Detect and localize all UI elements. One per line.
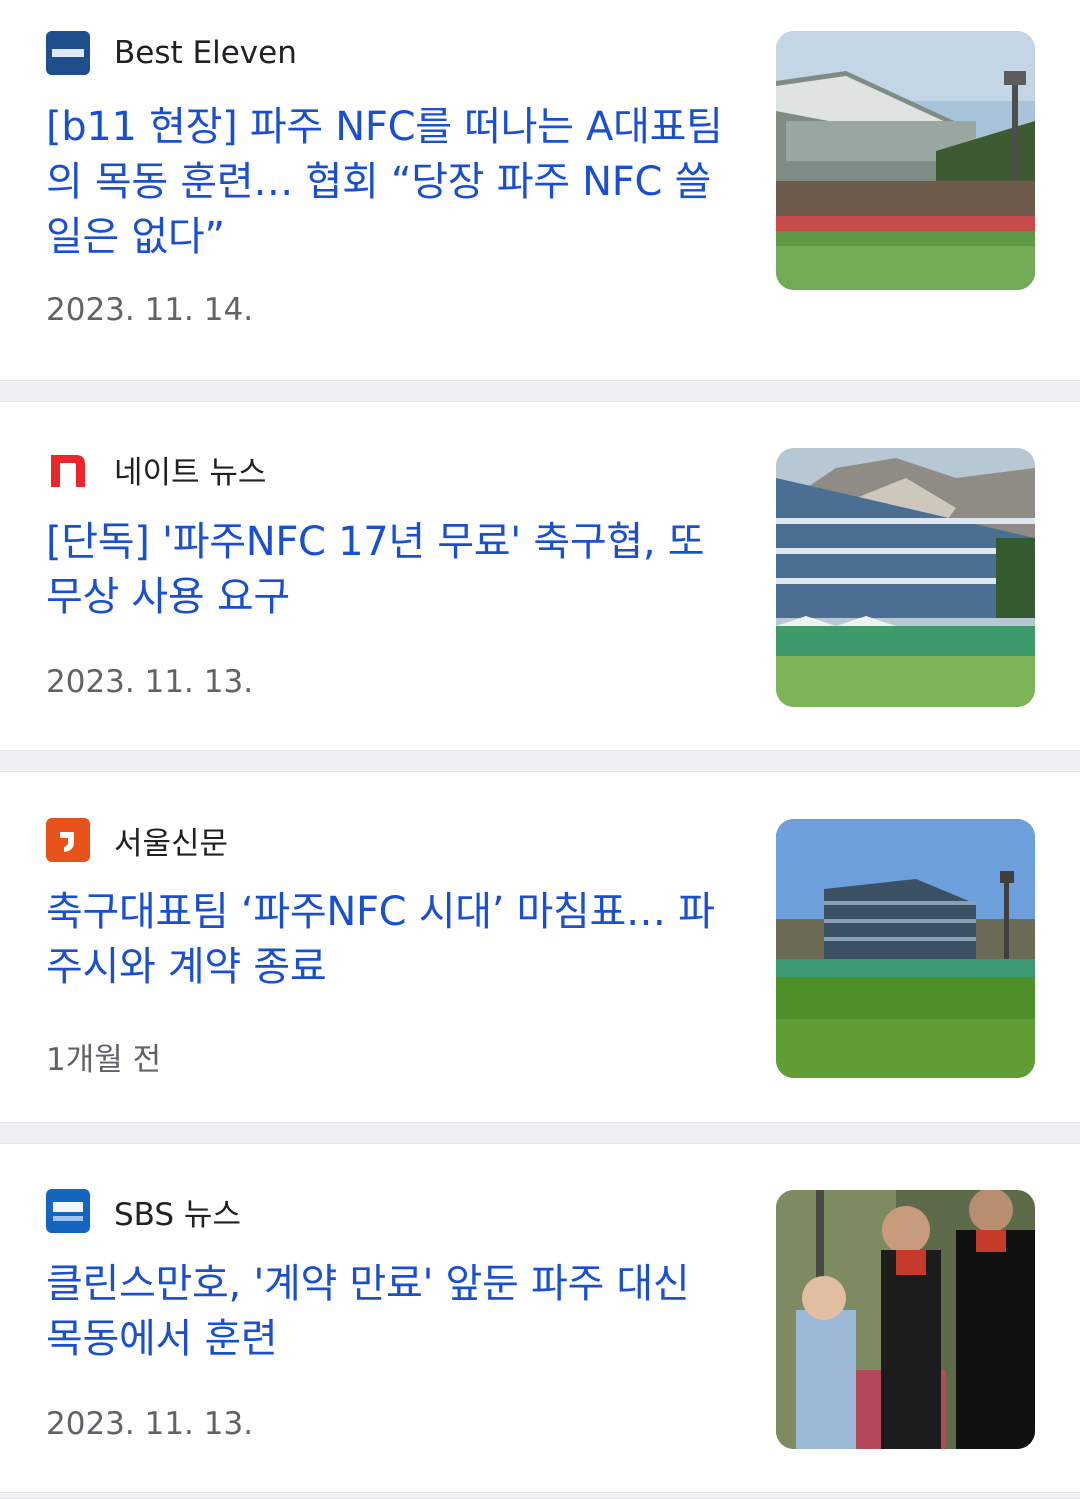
news-card[interactable]: SBS 뉴스 클린스만호, '계약 만료' 앞둔 파주 대신 목동에서 훈련 2…	[0, 1144, 1080, 1492]
best-eleven-logo-icon	[46, 31, 90, 75]
publish-date: 2023. 11. 14.	[46, 292, 254, 328]
source-name: 서울신문	[114, 825, 229, 862]
headline-link[interactable]: [b11 현장] 파주 NFC를 떠나는 A대표팀의 목동 훈련… 협회 “당장…	[46, 100, 736, 265]
news-card[interactable]: 서울신문 축구대표팀 ‘파주NFC 시대’ 마침표… 파주시와 계약 종료 1개…	[0, 772, 1080, 1122]
publish-date: 2023. 11. 13.	[46, 1406, 254, 1442]
source-row: SBS 뉴스	[46, 1189, 241, 1233]
headline-link[interactable]: 클린스만호, '계약 만료' 앞둔 파주 대신 목동에서 훈련	[46, 1257, 736, 1367]
thumbnail-image[interactable]	[776, 1190, 1035, 1449]
source-row: 서울신문	[46, 818, 228, 862]
source-name: Best Eleven	[114, 35, 297, 71]
card-divider	[0, 1122, 1080, 1144]
headline-link[interactable]: 축구대표팀 ‘파주NFC 시대’ 마침표… 파주시와 계약 종료	[46, 885, 736, 995]
headline-link[interactable]: [단독] '파주NFC 17년 무료' 축구협, 또 무상 사용 요구	[46, 515, 736, 625]
news-card[interactable]: Best Eleven [b11 현장] 파주 NFC를 떠나는 A대표팀의 목…	[0, 0, 1080, 380]
publish-date: 2023. 11. 13.	[46, 664, 254, 700]
thumbnail-image[interactable]	[776, 31, 1035, 290]
seoul-shinmun-logo-icon	[46, 818, 90, 862]
thumbnail-image[interactable]	[776, 448, 1035, 707]
source-row: Best Eleven	[46, 31, 297, 75]
card-divider	[0, 380, 1080, 402]
news-card[interactable]: 네이트 뉴스 [단독] '파주NFC 17년 무료' 축구협, 또 무상 사용 …	[0, 402, 1080, 750]
source-name: 네이트 뉴스	[114, 454, 267, 491]
thumbnail-image[interactable]	[776, 819, 1035, 1078]
card-divider	[0, 750, 1080, 772]
source-name: SBS 뉴스	[114, 1196, 241, 1233]
source-row: 네이트 뉴스	[46, 447, 266, 491]
sbs-news-logo-icon	[46, 1189, 90, 1233]
card-divider	[0, 1492, 1080, 1499]
publish-date: 1개월 전	[46, 1042, 162, 1078]
nate-logo-icon	[46, 447, 90, 491]
